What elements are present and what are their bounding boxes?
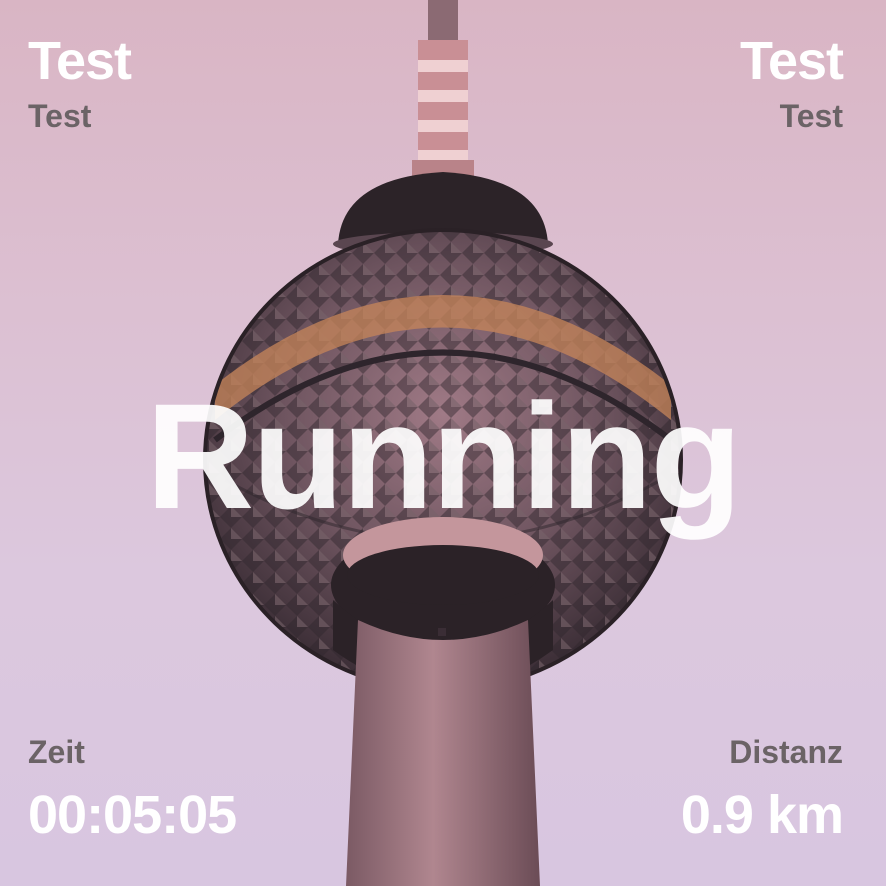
distance-value: 0.9 km xyxy=(680,785,844,845)
time-value: 00:05:05 xyxy=(28,785,237,845)
top-left-subtitle: Test xyxy=(28,98,92,134)
share-card: Test Test Test Test Running Zeit 00:05:0… xyxy=(0,0,886,886)
top-right-subtitle: Test xyxy=(779,98,843,134)
time-label: Zeit xyxy=(28,734,85,770)
distance-label: Distanz xyxy=(729,734,843,770)
activity-type: Running xyxy=(145,372,742,540)
top-right-title: Test xyxy=(739,31,844,91)
top-left-title: Test xyxy=(28,31,132,91)
antenna xyxy=(412,0,474,176)
tower-shaft xyxy=(346,620,540,886)
